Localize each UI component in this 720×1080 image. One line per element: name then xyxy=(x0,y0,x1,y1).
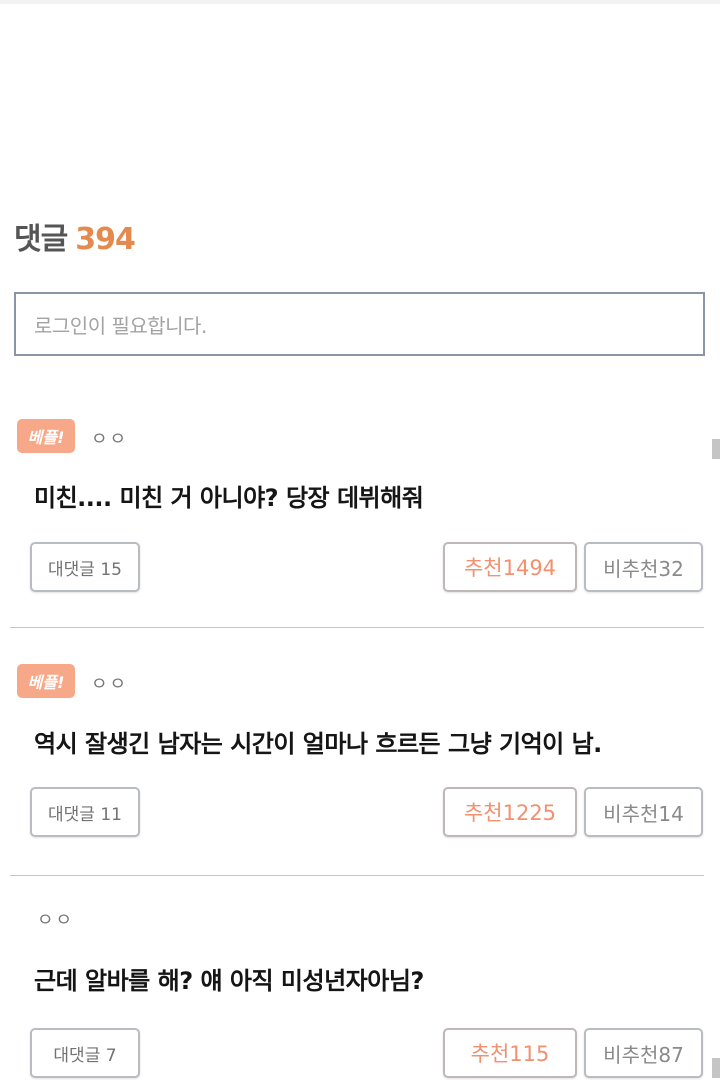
like-button[interactable]: 추천115 xyxy=(443,1028,577,1078)
top-edge-strip xyxy=(0,0,720,4)
best-comment-badge: 베플! xyxy=(17,419,75,453)
comments-label: 댓글 xyxy=(14,222,68,257)
like-button[interactable]: 추천1494 xyxy=(443,542,577,592)
comment-author: ㅇㅇ xyxy=(91,674,129,695)
comment-divider xyxy=(10,875,704,876)
like-button[interactable]: 추천1225 xyxy=(443,787,577,837)
reply-button[interactable]: 대댓글 15 xyxy=(30,542,140,592)
login-placeholder: 로그인이 필요합니다. xyxy=(34,313,207,338)
dislike-button[interactable]: 비추천32 xyxy=(584,542,703,592)
dislike-button[interactable]: 비추천14 xyxy=(584,787,703,837)
best-comment-badge: 베플! xyxy=(17,664,75,698)
comments-count: 394 xyxy=(75,222,136,257)
comment-text: 역시 잘생긴 남자는 시간이 얼마나 흐르든 그냥 기억이 남. xyxy=(34,730,602,758)
comment-author: ㅇㅇ xyxy=(37,910,75,931)
login-required-input[interactable]: 로그인이 필요합니다. xyxy=(14,292,705,356)
comment-author: ㅇㅇ xyxy=(91,429,129,450)
comment-text: 미친.... 미친 거 아니야? 당장 데뷔해줘 xyxy=(34,484,424,512)
dislike-button[interactable]: 비추천87 xyxy=(584,1028,703,1078)
comment-text: 근데 알바를 해? 얘 아직 미성년자아님? xyxy=(34,967,424,995)
scrollbar-thumb[interactable] xyxy=(712,1058,720,1078)
reply-button[interactable]: 대댓글 11 xyxy=(30,787,140,837)
scrollbar-thumb[interactable] xyxy=(712,439,720,459)
reply-button[interactable]: 대댓글 7 xyxy=(30,1028,140,1078)
comments-header: 댓글 394 xyxy=(14,214,136,258)
comment-divider xyxy=(10,627,704,628)
